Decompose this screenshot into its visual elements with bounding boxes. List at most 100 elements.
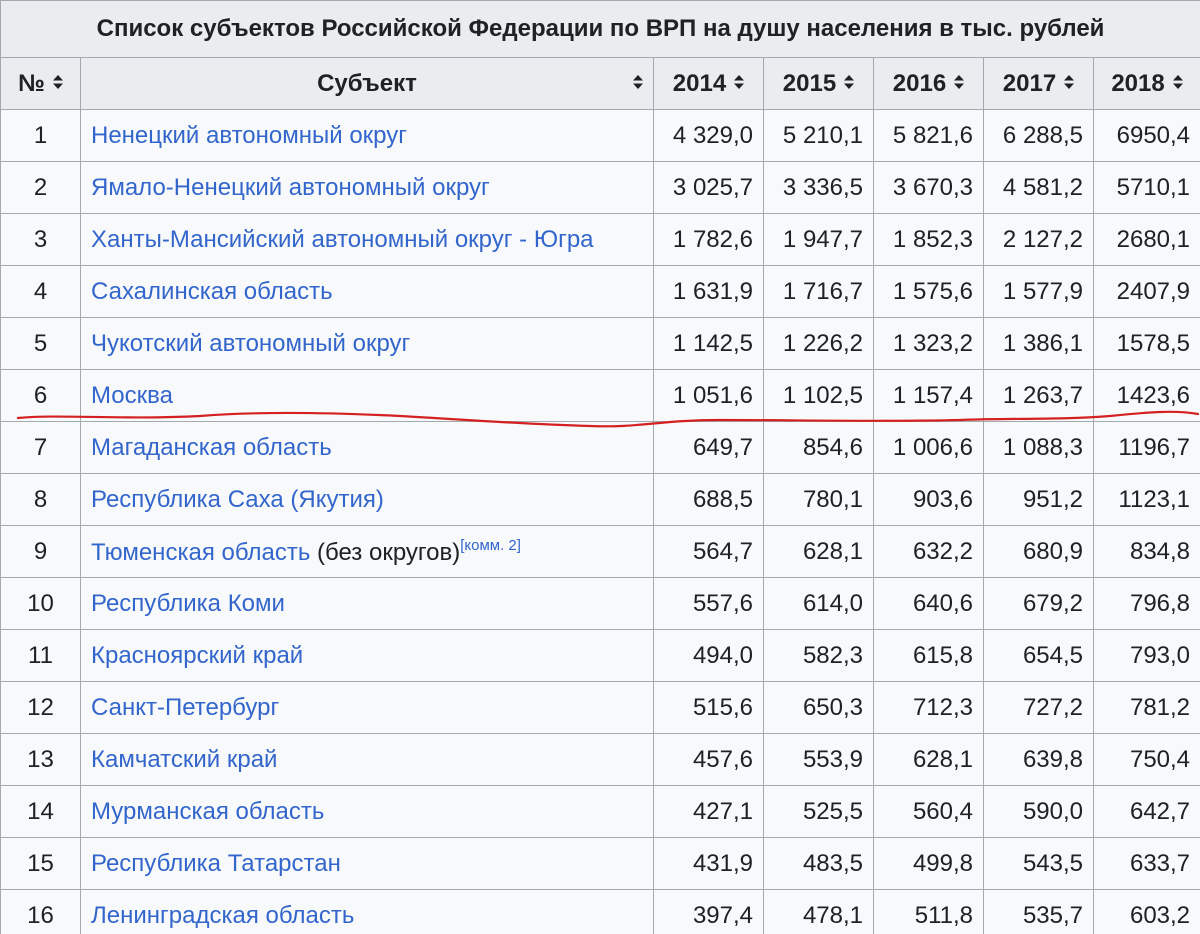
row-number: 13 — [0, 733, 81, 786]
row-number: 5 — [0, 317, 81, 370]
value-2017: 680,9 — [983, 525, 1094, 578]
table-caption: Список субъектов Российской Федерации по… — [0, 0, 1200, 58]
sort-both-icon — [844, 75, 855, 93]
sort-both-icon — [1064, 75, 1075, 93]
sort-both-icon — [52, 75, 63, 93]
table-row: 7 Магаданская область 649,7 854,6 1 006,6 1 0… — [0, 421, 1200, 474]
value-2017: 535,7 — [983, 889, 1094, 934]
value-2017: 639,8 — [983, 733, 1094, 786]
footnote-link[interactable]: [комм. 2] — [460, 537, 521, 554]
row-number: 11 — [0, 629, 81, 682]
value-2014: 431,9 — [653, 837, 764, 890]
value-2016: 712,3 — [873, 681, 984, 734]
subject-link[interactable]: Ханты-Мансийский автономный округ - Югра — [91, 226, 594, 253]
subject-link[interactable]: Ненецкий автономный округ — [91, 122, 407, 149]
sort-both-icon — [954, 75, 965, 93]
subject-link[interactable]: Чукотский автономный округ — [91, 330, 410, 357]
value-2016: 5 821,6 — [873, 109, 984, 162]
table-row: 16 Ленинградская область 397,4 478,1 511,8 53… — [0, 889, 1200, 934]
value-2017: 727,2 — [983, 681, 1094, 734]
value-2016: 511,8 — [873, 889, 984, 934]
subject-link[interactable]: Тюменская область — [91, 539, 310, 566]
subject-link[interactable]: Санкт-Петербург — [91, 694, 279, 721]
value-2018: 1423,6 — [1092, 369, 1200, 422]
value-2015: 650,3 — [763, 681, 874, 734]
value-2015: 525,5 — [763, 785, 874, 838]
subject-cell: Ханты-Мансийский автономный округ - Югра — [80, 213, 654, 266]
value-2015: 1 716,7 — [763, 265, 874, 318]
value-2016: 1 852,3 — [873, 213, 984, 266]
value-2018: 5710,1 — [1092, 161, 1200, 214]
sort-both-icon — [1172, 75, 1183, 93]
value-2015: 582,3 — [763, 629, 874, 682]
subject-link[interactable]: Республика Коми — [91, 590, 285, 617]
row-number: 12 — [0, 681, 81, 734]
table-row: 11 Красноярский край 494,0 582,3 615,8 654,5 7… — [0, 629, 1200, 682]
value-2017: 679,2 — [983, 577, 1094, 630]
table-row: 12 Санкт-Петербург 515,6 650,3 712,3 727,2 781… — [0, 681, 1200, 734]
row-number: 3 — [0, 213, 81, 266]
sort-both-icon — [633, 74, 643, 93]
value-2014: 1 051,6 — [653, 369, 764, 422]
subject-link[interactable]: Магаданская область — [91, 434, 332, 461]
table-row: 9 Тюменская область (без округов)[комм. 2… — [0, 525, 1200, 578]
value-2014: 397,4 — [653, 889, 764, 934]
subject-cell: Санкт-Петербург — [80, 681, 654, 734]
column-header-2015[interactable]: 2015 — [763, 57, 874, 110]
subject-cell: Красноярский край — [80, 629, 654, 682]
value-2018: 6950,4 — [1092, 109, 1200, 162]
subject-link[interactable]: Красноярский край — [91, 642, 303, 669]
column-header-2014[interactable]: 2014 — [653, 57, 764, 110]
subject-link[interactable]: Сахалинская область — [91, 278, 333, 305]
value-2018: 750,4 — [1092, 733, 1200, 786]
value-2018: 834,8 — [1092, 525, 1200, 578]
subject-link[interactable]: Республика Татарстан — [91, 850, 341, 877]
row-number: 1 — [0, 109, 81, 162]
column-header-2016[interactable]: 2016 — [873, 57, 984, 110]
value-2016: 903,6 — [873, 473, 984, 526]
column-header-no-label: № — [18, 69, 45, 97]
column-header-2018-label: 2018 — [1111, 69, 1165, 97]
subject-link[interactable]: Мурманская область — [91, 798, 324, 825]
value-2014: 515,6 — [653, 681, 764, 734]
value-2014: 557,6 — [653, 577, 764, 630]
value-2015: 553,9 — [763, 733, 874, 786]
value-2014: 1 631,9 — [653, 265, 764, 318]
subject-cell: Ямало-Ненецкий автономный округ — [80, 161, 654, 214]
table-row: 1 Ненецкий автономный округ 4 329,0 5 210,1… — [0, 109, 1200, 162]
subject-cell: Мурманская область — [80, 785, 654, 838]
value-2015: 5 210,1 — [763, 109, 874, 162]
table-row: 6 Москва 1 051,6 1 102,5 1 157,4 1 263,7 1423,… — [0, 369, 1200, 422]
value-2016: 3 670,3 — [873, 161, 984, 214]
value-2014: 1 142,5 — [653, 317, 764, 370]
value-2015: 483,5 — [763, 837, 874, 890]
value-2014: 4 329,0 — [653, 109, 764, 162]
subject-link[interactable]: Москва — [91, 382, 173, 409]
subject-link[interactable]: Ямало-Ненецкий автономный округ — [91, 174, 490, 201]
value-2018: 603,2 — [1092, 889, 1200, 934]
subject-cell: Республика Коми — [80, 577, 654, 630]
value-2015: 780,1 — [763, 473, 874, 526]
column-header-no[interactable]: № — [0, 57, 81, 110]
subject-link[interactable]: Камчатский край — [91, 746, 277, 773]
subject-link[interactable]: Ленинградская область — [91, 902, 354, 929]
value-2017: 1 577,9 — [983, 265, 1094, 318]
column-header-subject[interactable]: Субъект — [80, 57, 654, 110]
table-row: 10 Республика Коми 557,6 614,0 640,6 679,2 796… — [0, 577, 1200, 630]
table-row: 5 Чукотский автономный округ 1 142,5 1 226,… — [0, 317, 1200, 370]
value-2017: 2 127,2 — [983, 213, 1094, 266]
column-header-2017[interactable]: 2017 — [983, 57, 1094, 110]
value-2018: 642,7 — [1092, 785, 1200, 838]
value-2018: 1578,5 — [1092, 317, 1200, 370]
row-number: 6 — [0, 369, 81, 422]
row-number: 7 — [0, 421, 81, 474]
subject-cell: Тюменская область (без округов)[комм. 2] — [80, 525, 654, 578]
subject-link[interactable]: Республика Саха (Якутия) — [91, 486, 384, 513]
value-2017: 1 263,7 — [983, 369, 1094, 422]
value-2016: 640,6 — [873, 577, 984, 630]
value-2015: 628,1 — [763, 525, 874, 578]
column-header-2018[interactable]: 2018 — [1092, 57, 1200, 110]
column-header-2017-label: 2017 — [1002, 69, 1057, 97]
row-number: 8 — [0, 473, 81, 526]
value-2014: 427,1 — [653, 785, 764, 838]
